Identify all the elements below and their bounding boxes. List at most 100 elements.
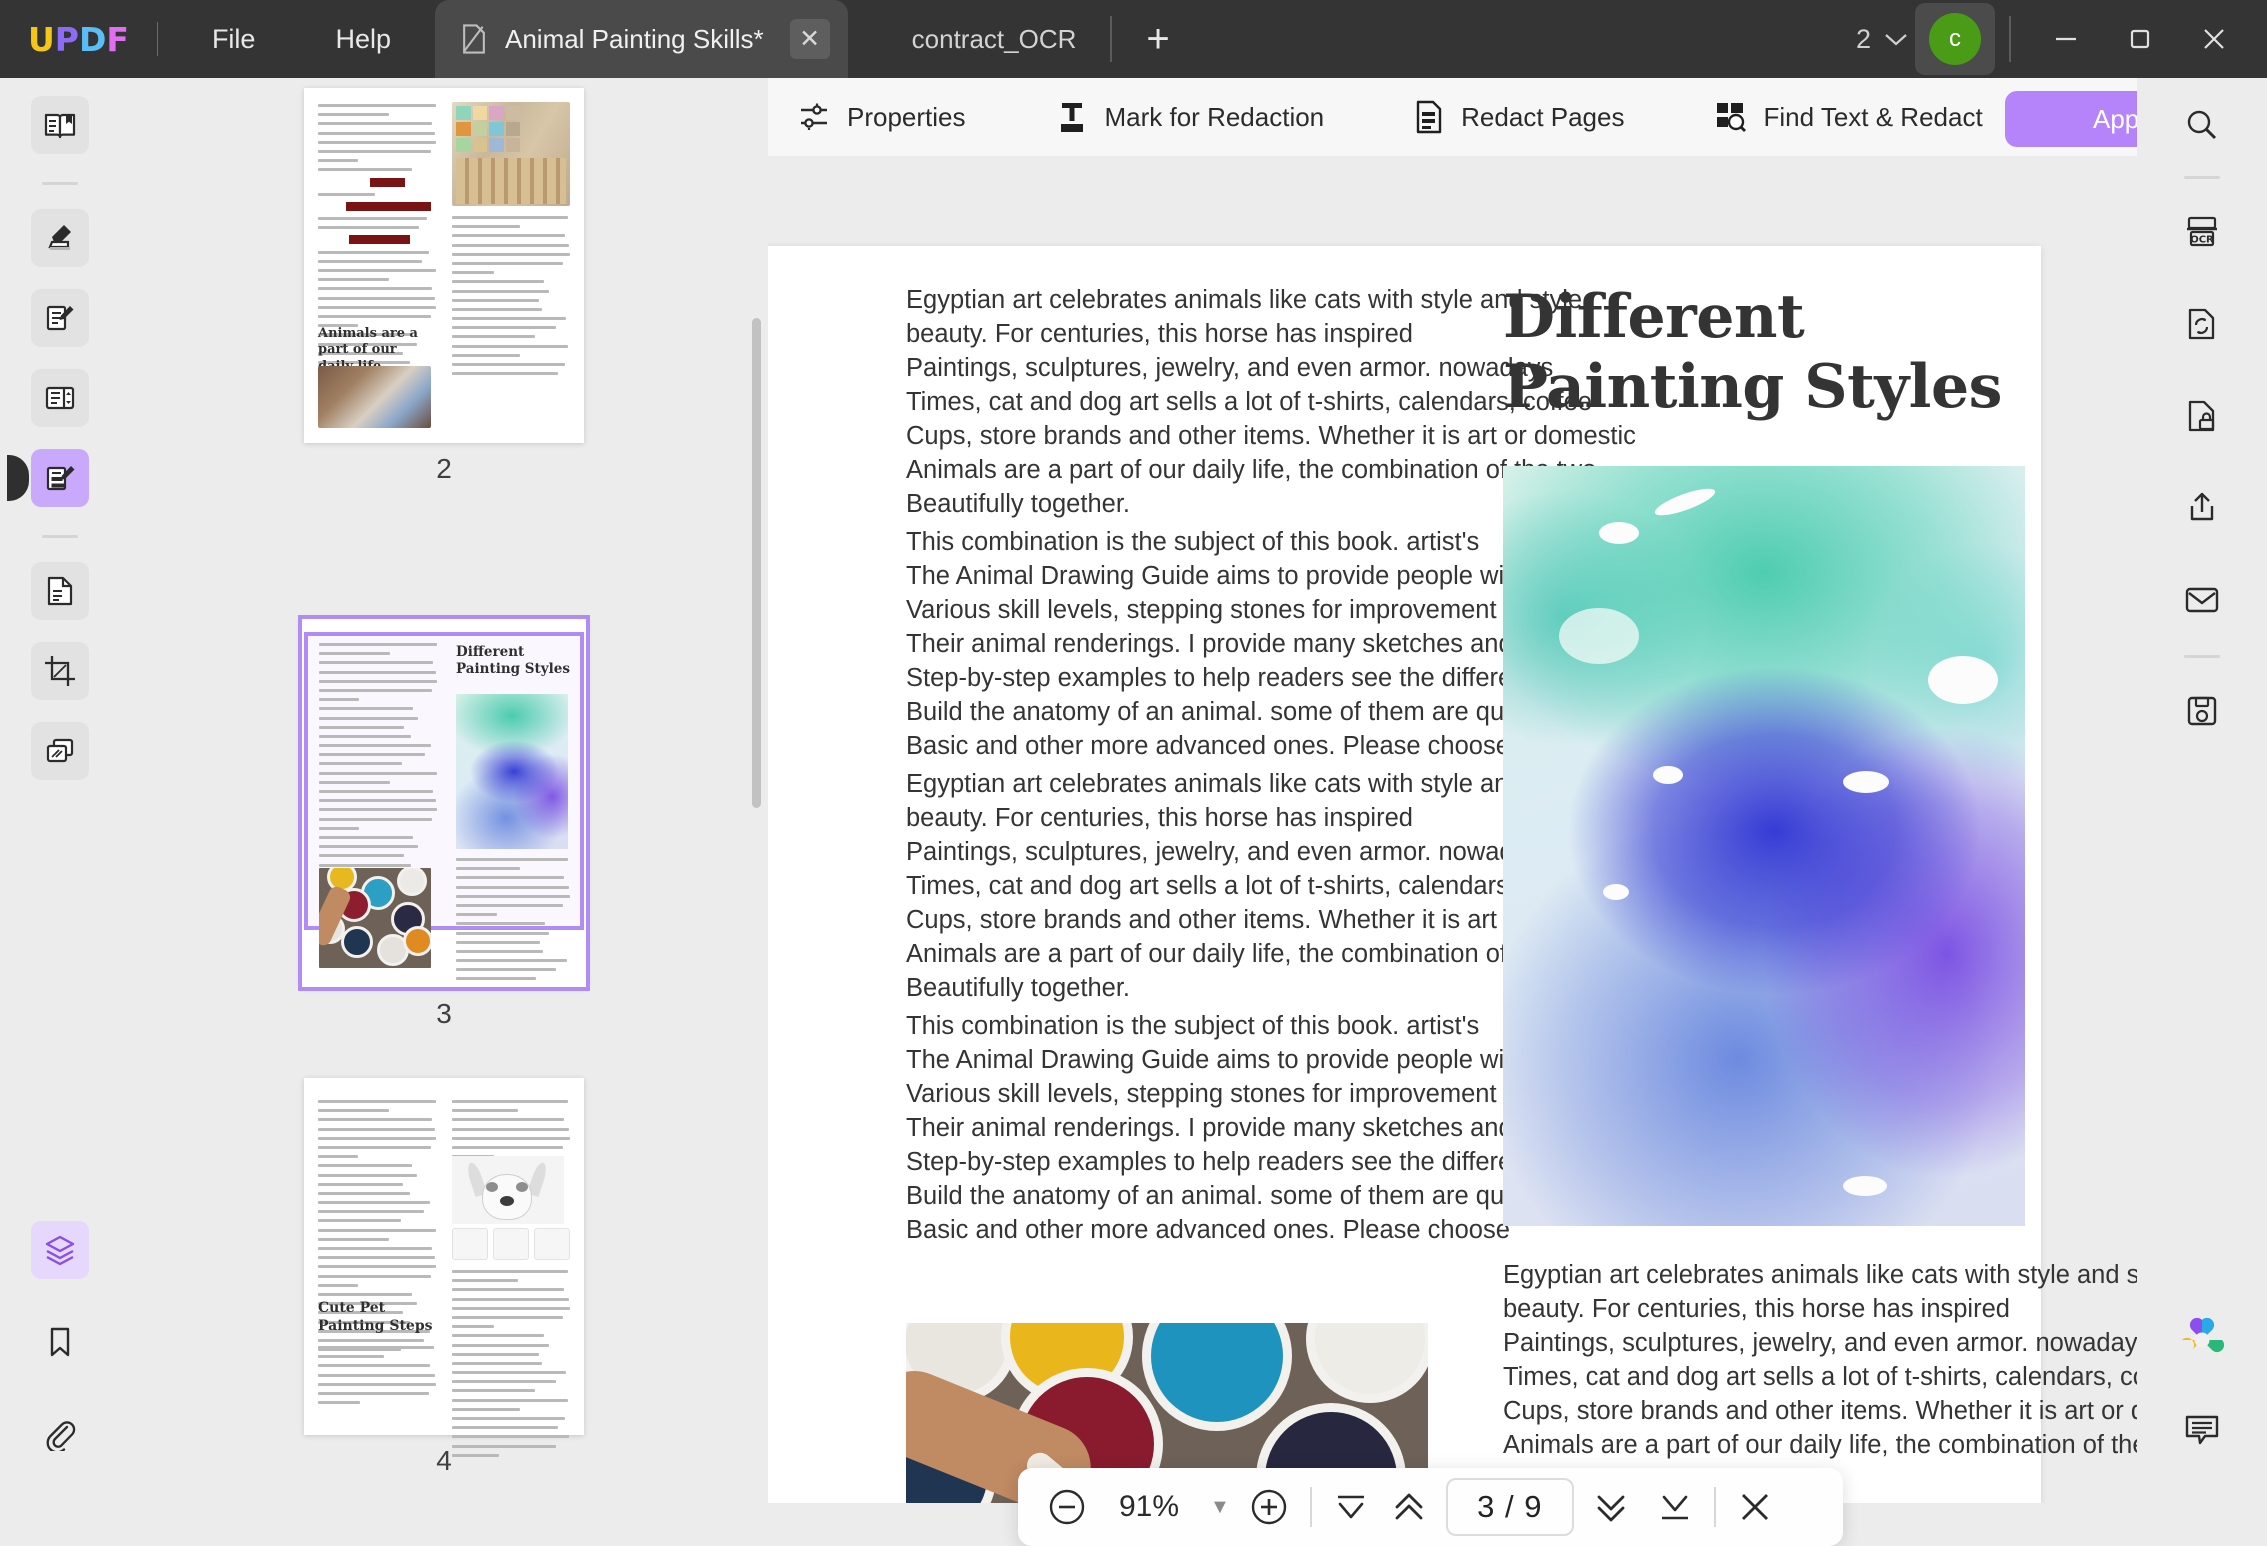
tab-count-label: 2: [1856, 24, 1871, 55]
redact-pages-icon: [1414, 100, 1444, 134]
sliders-icon: [798, 101, 830, 133]
sidebar-item-reader[interactable]: [31, 96, 89, 154]
envelope-icon: [2184, 585, 2220, 615]
feedback-button[interactable]: [2173, 1401, 2231, 1459]
doc-text-line: Animals are a part of our daily life, th…: [1503, 1428, 2033, 1462]
doc-text-line: Their animal renderings. I provide many …: [906, 1111, 1436, 1145]
find-redact-icon: [1714, 100, 1746, 134]
doc-text-line: Paintings, sculptures, jewelry, and even…: [1503, 1326, 2033, 1360]
sidebar-item-redact[interactable]: [31, 449, 89, 507]
prev-page-button[interactable]: [1388, 1486, 1430, 1528]
page-canvas[interactable]: Egyptian art celebrates animals like cat…: [768, 156, 2137, 1503]
close-tab-icon[interactable]: ✕: [790, 19, 830, 59]
tab-animal-painting-skills[interactable]: Animal Painting Skills* ✕: [435, 0, 848, 78]
menu-file[interactable]: File: [186, 16, 282, 63]
convert-button[interactable]: [2173, 295, 2231, 353]
save-disk-icon: [2184, 693, 2220, 729]
find-text-redact-button[interactable]: Find Text & Redact: [1688, 78, 2008, 156]
page-left-column: Egyptian art celebrates animals like cat…: [906, 283, 1436, 1247]
mark-for-redaction-label: Mark for Redaction: [1105, 102, 1325, 133]
doc-text-line: Paintings, sculptures, jewelry, and even…: [906, 351, 1436, 385]
account-button[interactable]: c: [1915, 3, 1995, 75]
updf-ai-icon: [2179, 1317, 2225, 1363]
redact-pages-button[interactable]: Redact Pages: [1388, 78, 1650, 156]
properties-button[interactable]: Properties: [768, 78, 992, 156]
updf-ai-button[interactable]: [2173, 1311, 2231, 1369]
sidebar-item-prepare-form[interactable]: [31, 562, 89, 620]
sidebar-item-attachments[interactable]: [31, 1405, 89, 1463]
window-controls-divider: [2009, 16, 2011, 62]
maximize-button[interactable]: [2103, 0, 2177, 78]
page-navigation-toolbar[interactable]: 91% ▼ 3 / 9: [1018, 1468, 1843, 1546]
menu-help[interactable]: Help: [309, 16, 417, 63]
minimize-button[interactable]: [2029, 0, 2103, 78]
doc-text-line: The Animal Drawing Guide aims to provide…: [906, 1043, 1436, 1077]
save-button[interactable]: [2173, 682, 2231, 740]
search-button[interactable]: [2173, 96, 2231, 154]
thumbnail-page-number: 2: [120, 453, 768, 485]
updf-logo: UPDF: [28, 20, 129, 59]
close-window-button[interactable]: [2177, 0, 2251, 78]
rail-divider-2: [42, 535, 78, 538]
doc-text-line: Paintings, sculptures, jewelry, and even…: [906, 835, 1436, 869]
share-upload-icon: [2184, 490, 2220, 526]
sidebar-item-crop[interactable]: [31, 642, 89, 700]
doc-text-line: Egyptian art celebrates animals like cat…: [1503, 1258, 2033, 1292]
doc-text-line: Build the anatomy of an animal. some of …: [906, 695, 1436, 729]
first-page-button[interactable]: [1330, 1486, 1372, 1528]
thumbnail-page-2-preview[interactable]: Animals are a part of our daily life: [304, 88, 584, 443]
sidebar-item-page-tools[interactable]: [31, 369, 89, 427]
tab-contract-ocr[interactable]: contract_OCR: [912, 24, 1077, 55]
sidebar-item-edit-pdf[interactable]: [31, 289, 89, 347]
toolbar-divider-2: [1714, 1487, 1716, 1527]
thumbnail-page-4[interactable]: Cute Pet Painting Steps: [120, 1078, 768, 1477]
zoom-out-button[interactable]: [1044, 1484, 1090, 1530]
close-toolbar-button[interactable]: [1734, 1486, 1776, 1528]
document-area: Properties Mark for Redaction: [768, 78, 2137, 1503]
find-text-redact-label: Find Text & Redact: [1763, 102, 1982, 133]
mark-for-redaction-button[interactable]: Mark for Redaction: [1030, 78, 1351, 156]
thumbnail-page-3-preview[interactable]: Different Painting Styles: [301, 618, 587, 988]
doc-text-line: Cups, store brands and other items. Whet…: [906, 419, 1436, 453]
rail-divider-1: [42, 182, 78, 185]
sidebar-item-batch[interactable]: [31, 722, 89, 780]
thumbnail-page-4-preview[interactable]: Cute Pet Painting Steps: [304, 1078, 584, 1435]
thumbnail-scrollbar[interactable]: [752, 318, 761, 808]
title-bar: UPDF File Help Animal Painting Skills* ✕…: [0, 0, 2267, 78]
thumbnail-panel[interactable]: Animals are a part of our daily life: [120, 78, 768, 1503]
last-page-button[interactable]: [1654, 1486, 1696, 1528]
properties-label: Properties: [847, 102, 966, 133]
thumbnail-page-number: 3: [120, 998, 768, 1030]
page-indicator[interactable]: 3 / 9: [1446, 1478, 1574, 1536]
sidebar-item-comment[interactable]: [31, 209, 89, 267]
toolbar-divider-1: [1310, 1487, 1312, 1527]
doc-text-line: Animals are a part of our daily life, th…: [906, 937, 1436, 971]
email-button[interactable]: [2173, 571, 2231, 629]
next-page-button[interactable]: [1590, 1486, 1632, 1528]
zoom-in-button[interactable]: [1246, 1484, 1292, 1530]
apply-button[interactable]: Apply: [2005, 91, 2159, 147]
doc-text-line: The Animal Drawing Guide aims to provide…: [906, 559, 1436, 593]
protect-button[interactable]: [2173, 387, 2231, 445]
sidebar-item-bookmarks[interactable]: [31, 1313, 89, 1371]
doc-text-line: Beautifully together.: [906, 487, 1436, 521]
tab-count-dropdown[interactable]: 2: [1856, 24, 1909, 55]
svg-text:OCR: OCR: [2190, 235, 2214, 246]
redaction-toolbar: Properties Mark for Redaction: [768, 78, 2137, 156]
thumbnail-page-2[interactable]: Animals are a part of our daily life: [120, 88, 768, 485]
thumbnail-page-3[interactable]: Different Painting Styles: [120, 618, 768, 1030]
titlebar-divider: [157, 22, 158, 56]
doc-text-line: Egyptian art celebrates animals like cat…: [906, 767, 1436, 801]
doc-text-line: Step-by-step examples to help readers se…: [906, 1145, 1436, 1179]
new-tab-button[interactable]: +: [1146, 19, 1169, 59]
doc-text-line: beauty. For centuries, this horse has in…: [1503, 1292, 2033, 1326]
right-rail-divider-2: [2184, 655, 2220, 658]
logo-letter-p: P: [55, 20, 79, 59]
share-button[interactable]: [2173, 479, 2231, 537]
ocr-button[interactable]: OCR: [2173, 203, 2231, 261]
pdf-page[interactable]: Egyptian art celebrates animals like cat…: [768, 246, 2041, 1503]
sidebar-item-thumbnails[interactable]: [31, 1221, 89, 1279]
comment-bubble-icon: [2183, 1412, 2221, 1448]
zoom-dropdown-button[interactable]: ▼: [1210, 1496, 1230, 1519]
lock-document-icon: [2184, 398, 2220, 434]
